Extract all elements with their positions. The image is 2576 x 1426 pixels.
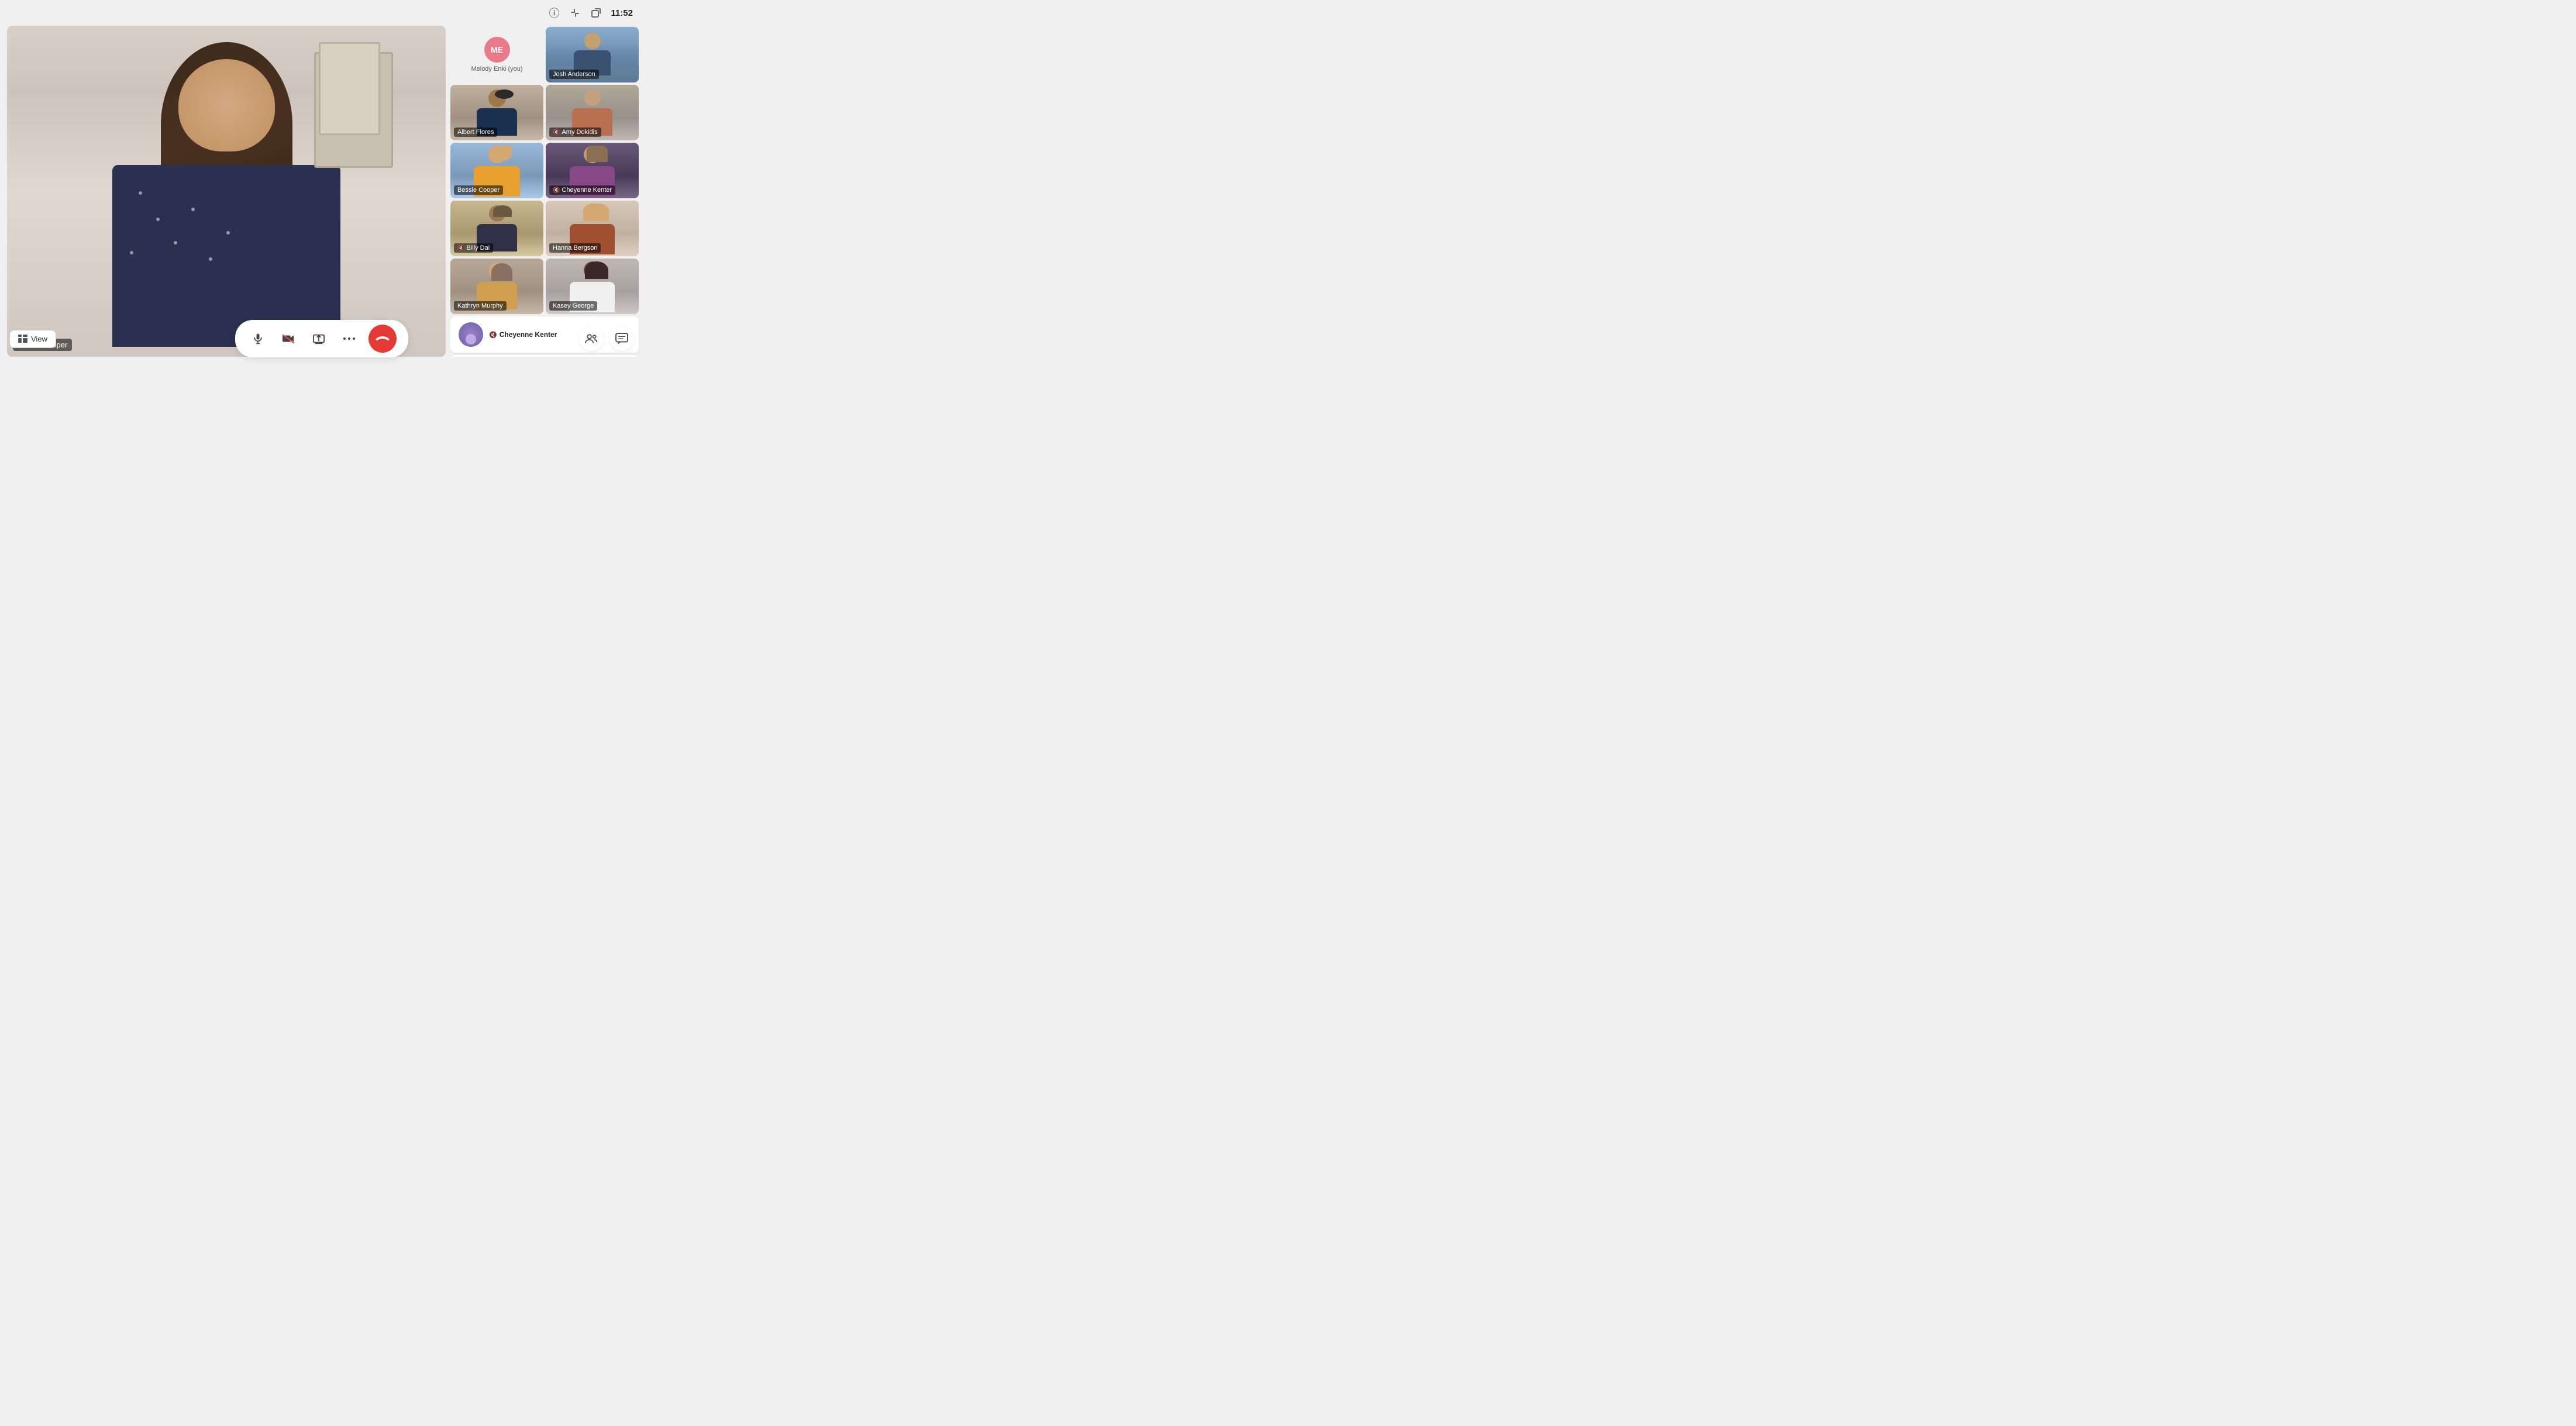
participant-tile-kathryn[interactable]: Kathryn Murphy <box>450 259 543 314</box>
amy-label: 🔇 Amy Dokidis <box>549 128 601 137</box>
participants-panel: ME Melody Enki (you) Josh Anderson Alber… <box>450 26 643 357</box>
chat-icon <box>615 333 628 345</box>
josh-label: Josh Anderson <box>549 70 599 79</box>
participants-grid: ME Melody Enki (you) Josh Anderson Alber… <box>450 26 639 314</box>
camera-icon <box>282 333 295 344</box>
bottom-bar: View <box>0 321 643 357</box>
billy-label: 🔇 Billy Dai <box>454 243 493 253</box>
participant-tile-josh[interactable]: Josh Anderson <box>546 27 639 82</box>
controls-right <box>579 326 634 351</box>
participant-tile-kasey[interactable]: Kasey George <box>546 259 639 314</box>
share-button[interactable] <box>308 328 330 350</box>
participant-tile-albert[interactable]: Albert Flores <box>450 85 543 140</box>
view-label: View <box>31 335 47 343</box>
more-button[interactable] <box>338 328 360 350</box>
share-icon <box>312 333 325 345</box>
melody-name: Melody Enki (you) <box>471 66 522 73</box>
main-video-area: Bessie Cooper <box>7 26 446 357</box>
participant-tile-hanna[interactable]: Hanna Bergson <box>546 201 639 256</box>
participant-tile-amy[interactable]: 🔇 Amy Dokidis <box>546 85 639 140</box>
controls-center <box>235 320 408 357</box>
end-call-icon <box>375 335 390 343</box>
participant-tile-bessie[interactable]: Bessie Cooper <box>450 143 543 198</box>
people-icon <box>585 333 598 345</box>
clock: 11:52 <box>611 8 633 18</box>
info-icon[interactable]: ⓘ <box>547 6 560 19</box>
grid-icon <box>18 335 27 343</box>
minimize-icon[interactable] <box>569 6 581 19</box>
mic-icon <box>252 332 264 345</box>
bessie-label: Bessie Cooper <box>454 185 503 195</box>
mic-button[interactable] <box>247 328 269 350</box>
albert-label: Albert Flores <box>454 128 497 137</box>
participant-tile-billy[interactable]: 🔇 Billy Dai <box>450 201 543 256</box>
view-button[interactable]: View <box>9 330 56 348</box>
top-bar: ⓘ 11:52 <box>547 0 643 26</box>
kasey-label: Kasey George <box>549 301 597 311</box>
hanna-label: Hanna Bergson <box>549 243 601 253</box>
camera-button[interactable] <box>277 328 299 350</box>
more-icon <box>343 337 355 340</box>
popout-icon[interactable] <box>590 6 602 19</box>
people-button[interactable] <box>579 326 604 351</box>
kathryn-label: Kathryn Murphy <box>454 301 507 311</box>
melody-avatar: ME <box>484 37 510 63</box>
participant-tile-cheyenne[interactable]: 🔇 Cheyenne Kenter <box>546 143 639 198</box>
cheyenne-label: 🔇 Cheyenne Kenter <box>549 185 615 195</box>
participant-tile-melody[interactable]: ME Melody Enki (you) <box>450 27 543 82</box>
end-call-button[interactable] <box>369 325 397 353</box>
video-call-container: Bessie Cooper ME Melody Enki (you) Josh … <box>0 26 643 357</box>
chat-button[interactable] <box>609 326 634 351</box>
